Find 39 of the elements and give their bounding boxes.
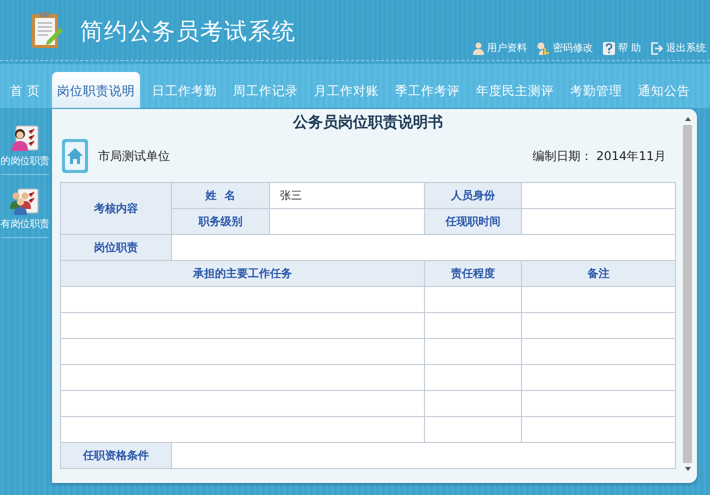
scrollbar[interactable] xyxy=(683,117,692,471)
unit-name: 市局测试单位 xyxy=(98,148,170,164)
header-link[interactable]: 退出系统 xyxy=(651,41,706,55)
header-link[interactable]: 密码修改 xyxy=(536,41,593,55)
sidebar-item[interactable]: 有岗位职责 xyxy=(0,187,50,238)
home-icon xyxy=(62,139,88,173)
person-checklist-icon xyxy=(10,124,40,152)
sidebar-item[interactable]: 的岗位职责 xyxy=(0,124,50,175)
header-link[interactable]: 帮 助 xyxy=(602,41,641,55)
help-icon xyxy=(602,42,615,54)
nav-tab[interactable]: 岗位职责说明 xyxy=(52,72,140,108)
column-header: 承担的主要工作任务 xyxy=(60,260,424,286)
document-title: 公务员岗位职责说明书 xyxy=(292,113,444,133)
header-link[interactable]: 用户资料 xyxy=(472,41,527,55)
nav-tab[interactable]: 月工作对账 xyxy=(306,72,387,108)
user-icon xyxy=(472,42,484,54)
column-header: 责任程度 xyxy=(424,260,522,286)
nav-tab[interactable]: 考勤管理 xyxy=(562,72,630,108)
nav-tab[interactable]: 年度民主测评 xyxy=(468,72,562,108)
column-header: 备注 xyxy=(522,260,676,286)
table-cell: 任职资格条件 xyxy=(60,442,172,468)
nav-tab[interactable]: 周工作记录 xyxy=(224,72,306,108)
table-cell: 考核内容 xyxy=(60,182,172,234)
table-cell: 任现职时间 xyxy=(424,208,522,234)
compile-date: 编制日期： 2014年11月 xyxy=(532,148,666,164)
key-icon xyxy=(536,42,550,54)
nav-tab[interactable]: 通知公告 xyxy=(630,72,698,108)
nav-tab[interactable]: 季工作考评 xyxy=(386,72,468,108)
nav-tab[interactable]: 首 页 xyxy=(2,72,48,108)
table-cell: 岗位职责 xyxy=(60,234,172,260)
table-cell: 职务级别 xyxy=(172,208,270,234)
app-title: 简约公务员考试系统 xyxy=(80,18,296,47)
exit-icon xyxy=(651,42,663,54)
people-checklist-icon xyxy=(10,187,40,215)
clipboard-pencil-icon xyxy=(30,10,64,50)
table-cell: 张三 xyxy=(270,182,424,208)
table-cell: 姓 名 xyxy=(172,182,270,208)
nav-tab[interactable]: 日工作考勤 xyxy=(144,72,225,108)
table-cell: 人员身份 xyxy=(424,182,522,208)
